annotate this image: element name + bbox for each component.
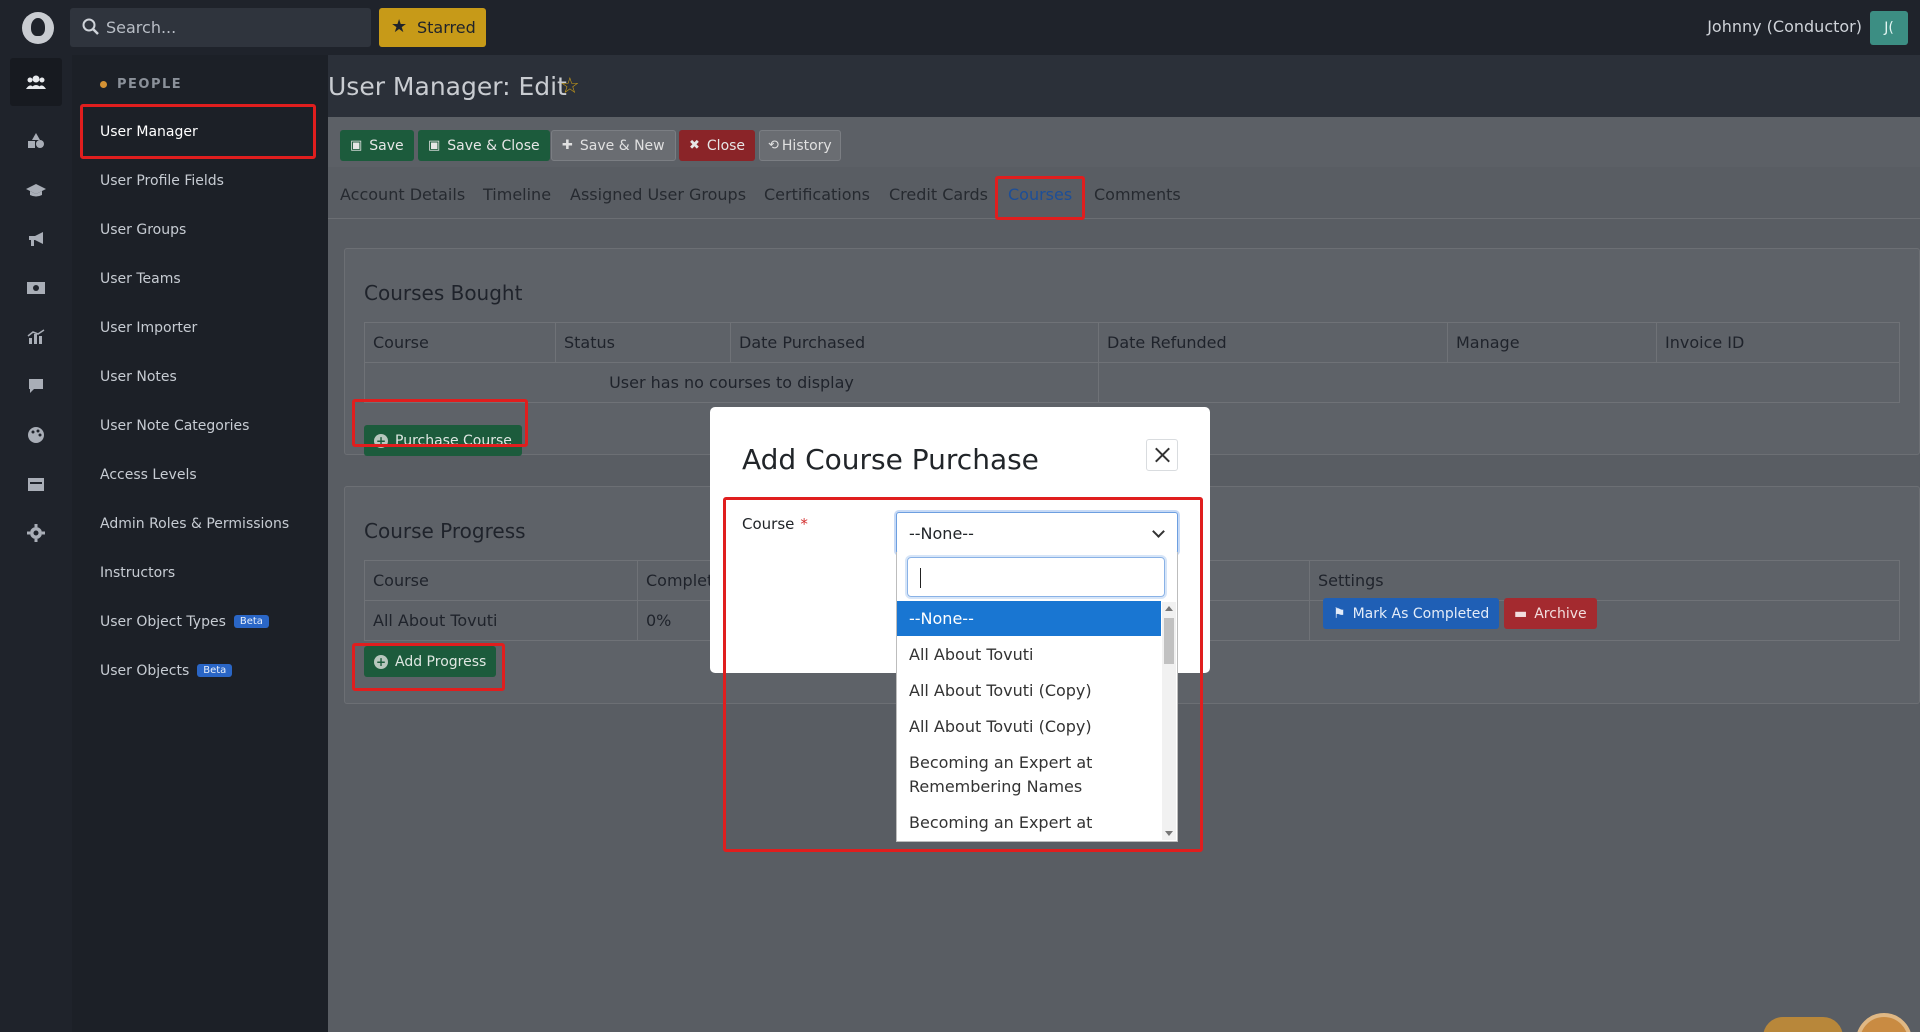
highlight-course-field xyxy=(723,497,1203,852)
save-new-button[interactable]: ✚ Save & New xyxy=(551,130,676,161)
section-heading: PEOPLE xyxy=(100,77,182,92)
table-header-row: Course Status Date Purchased Date Refund… xyxy=(364,322,1900,363)
star-icon: ★ xyxy=(391,16,408,37)
table-row: User has no courses to display xyxy=(364,362,1900,403)
user-name[interactable]: Johnny (Conductor) xyxy=(1707,17,1862,36)
save-close-label: Save & Close xyxy=(447,137,540,154)
close-icon: ✖ xyxy=(689,138,700,153)
archive-label: Archive xyxy=(1534,605,1587,622)
modal-close-button[interactable] xyxy=(1146,439,1178,471)
search-icon xyxy=(82,18,99,35)
megaphone-icon[interactable] xyxy=(10,215,62,263)
tab-timeline[interactable]: Timeline xyxy=(483,185,551,204)
sidebar-item-user-teams[interactable]: User Teams xyxy=(100,271,181,287)
shapes-icon[interactable] xyxy=(10,117,62,165)
toolbar: ▣ Save ▣ Save & Close ✚ Save & New ✖ Close ⟲… xyxy=(328,117,1920,167)
users-icon[interactable] xyxy=(10,58,62,106)
save-icon: ▣ xyxy=(428,138,441,153)
save-label: Save xyxy=(369,137,404,154)
sidebar-item-user-groups[interactable]: User Groups xyxy=(100,222,186,238)
history-icon: ⟲ xyxy=(768,138,779,153)
column-header: Course xyxy=(364,322,556,363)
page-title: User Manager: Edit xyxy=(328,72,567,101)
highlight-user-manager xyxy=(80,104,316,159)
highlight-purchase-course xyxy=(352,399,528,447)
sidebar-item-user-profile-fields[interactable]: User Profile Fields xyxy=(100,173,224,189)
sidebar-item-user-objects[interactable]: User Objects Beta xyxy=(100,663,233,679)
highlight-courses-tab xyxy=(995,176,1085,220)
column-header: Date Purchased xyxy=(730,322,1099,363)
courses-bought-table: Course Status Date Purchased Date Refund… xyxy=(364,322,1900,403)
search-box[interactable]: Search... xyxy=(70,8,371,47)
history-label: History xyxy=(781,137,832,154)
archive-button[interactable]: ▬ Archive xyxy=(1504,598,1597,629)
courses-bought-heading: Courses Bought xyxy=(364,281,523,305)
side-menu: PEOPLE User Manager User Profile Fields … xyxy=(72,55,328,1032)
sidebar-item-user-importer[interactable]: User Importer xyxy=(100,320,197,336)
money-icon[interactable] xyxy=(10,264,62,312)
avatar[interactable]: J( xyxy=(1870,11,1908,45)
tab-account-details[interactable]: Account Details xyxy=(340,185,465,204)
starred-label: Starred xyxy=(417,18,476,37)
mark-as-completed-button[interactable]: ⚑ Mark As Completed xyxy=(1323,598,1500,629)
icon-rail xyxy=(0,55,72,1032)
starred-button[interactable]: ★ Starred xyxy=(379,8,486,47)
sidebar-item-label: User Object Types xyxy=(100,614,226,630)
sidebar-item-user-object-types[interactable]: User Object Types Beta xyxy=(100,614,269,630)
chat-icon[interactable] xyxy=(10,362,62,410)
calendar-icon[interactable] xyxy=(10,460,62,508)
table-cell xyxy=(1098,362,1900,403)
sidebar-item-instructors[interactable]: Instructors xyxy=(100,565,175,581)
history-button[interactable]: ⟲ History xyxy=(759,130,841,161)
highlight-add-progress xyxy=(352,643,505,691)
modal-title: Add Course Purchase xyxy=(742,443,1039,476)
save-icon: ▣ xyxy=(350,138,363,153)
favorite-star-icon[interactable]: ☆ xyxy=(560,74,580,99)
tab-credit-cards[interactable]: Credit Cards xyxy=(889,185,988,204)
close-button[interactable]: ✖ Close xyxy=(679,130,756,161)
search-placeholder: Search... xyxy=(106,18,177,37)
column-header: Settings xyxy=(1309,560,1900,601)
app-logo[interactable] xyxy=(22,12,54,44)
palette-icon[interactable] xyxy=(10,411,62,459)
graduation-cap-icon[interactable] xyxy=(10,166,62,214)
chart-icon[interactable] xyxy=(10,313,62,361)
column-header: Date Refunded xyxy=(1098,322,1448,363)
plus-icon: ✚ xyxy=(562,138,573,153)
tab-comments[interactable]: Comments xyxy=(1094,185,1181,204)
column-header: Manage xyxy=(1447,322,1657,363)
mark-as-completed-label: Mark As Completed xyxy=(1352,605,1490,622)
column-header: Course xyxy=(364,560,638,601)
sidebar-item-label: User Objects xyxy=(100,663,190,679)
column-header: Invoice ID xyxy=(1656,322,1900,363)
top-bar: Search... ★ Starred Johnny (Conductor) J… xyxy=(0,0,1920,55)
sidebar-item-user-note-categories[interactable]: User Note Categories xyxy=(100,418,249,434)
gear-icon[interactable] xyxy=(10,509,62,557)
save-new-label: Save & New xyxy=(579,137,665,154)
save-button[interactable]: ▣ Save xyxy=(340,130,414,161)
tab-certifications[interactable]: Certifications xyxy=(764,185,870,204)
help-widget[interactable] xyxy=(1763,1017,1843,1032)
archive-icon: ▬ xyxy=(1514,605,1528,622)
course-progress-heading: Course Progress xyxy=(364,519,526,543)
course-cell: All About Tovuti xyxy=(364,600,638,641)
sidebar-item-admin-roles[interactable]: Admin Roles & Permissions xyxy=(100,516,289,532)
tab-assigned-user-groups[interactable]: Assigned User Groups xyxy=(570,185,746,204)
flag-icon: ⚑ xyxy=(1333,605,1346,622)
tab-bar: Account Details Timeline Assigned User G… xyxy=(328,167,1920,219)
beta-badge: Beta xyxy=(197,664,233,677)
sidebar-item-access-levels[interactable]: Access Levels xyxy=(100,467,197,483)
close-label: Close xyxy=(706,137,746,154)
column-header: Status xyxy=(555,322,731,363)
save-close-button[interactable]: ▣ Save & Close xyxy=(418,130,550,161)
empty-message: User has no courses to display xyxy=(364,362,1099,403)
sidebar-item-user-notes[interactable]: User Notes xyxy=(100,369,177,385)
beta-badge: Beta xyxy=(233,615,269,628)
